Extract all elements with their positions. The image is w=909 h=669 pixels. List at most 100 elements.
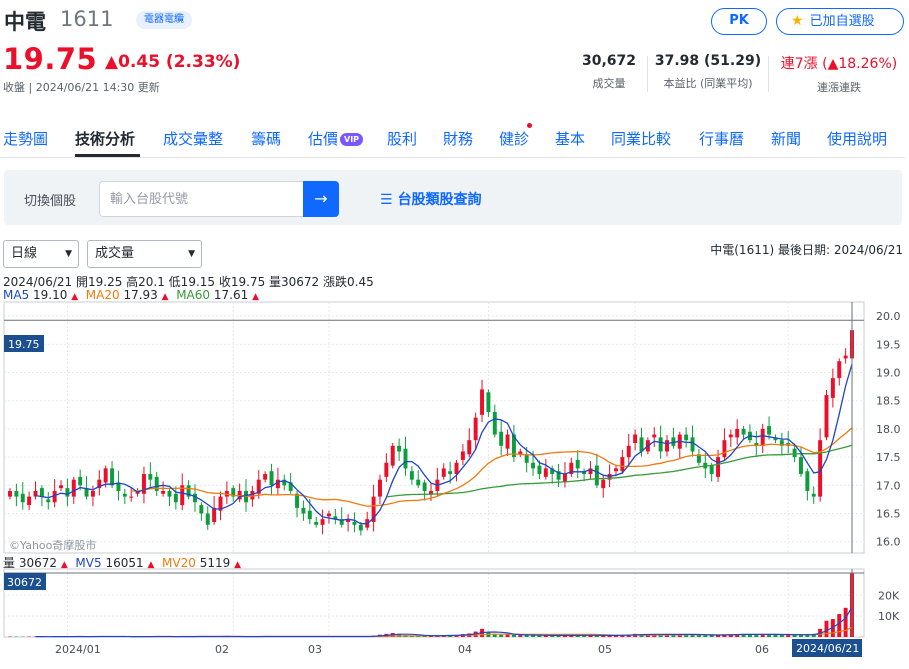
tab-calendar[interactable]: 行事曆 bbox=[699, 128, 744, 149]
tab-technical[interactable]: 技術分析 bbox=[75, 128, 135, 149]
main-tabs: 走勢圖 技術分析 成交彙整 籌碼 估價 VIP 股利 財務 健診 基本 同業比較 … bbox=[0, 124, 909, 158]
candle-body bbox=[805, 471, 810, 491]
stock-code-input[interactable] bbox=[99, 181, 304, 217]
tab-valuation[interactable]: 估價 VIP bbox=[308, 128, 364, 149]
candle-body bbox=[454, 462, 459, 475]
candle-body bbox=[352, 521, 357, 525]
candle-body bbox=[601, 479, 606, 489]
x-tick-label: 2024/01 bbox=[55, 643, 101, 656]
tab-chips[interactable]: 籌碼 bbox=[251, 128, 281, 149]
candle-body bbox=[129, 496, 134, 498]
chevron-down-icon: ▼ bbox=[65, 249, 72, 259]
candle-body bbox=[326, 513, 331, 517]
candle-body bbox=[709, 465, 714, 475]
pk-button[interactable]: PK bbox=[711, 8, 767, 35]
candle-body bbox=[403, 448, 408, 469]
candle-body bbox=[212, 507, 217, 522]
candle-body bbox=[767, 426, 772, 435]
volume-bar bbox=[518, 635, 523, 637]
candle-body bbox=[320, 519, 325, 525]
stat-pe-value: 37.98 (51.29) bbox=[654, 53, 762, 69]
candle-body bbox=[103, 468, 108, 483]
stat-streak-suffix: (▲18.26%) bbox=[817, 56, 898, 72]
category-badge[interactable]: 電器電纜 bbox=[136, 11, 192, 29]
candles bbox=[8, 318, 854, 536]
candle-body bbox=[27, 496, 32, 506]
candle-body bbox=[110, 468, 115, 486]
candle-body bbox=[480, 389, 485, 415]
candle-body bbox=[614, 468, 618, 472]
chevron-down-icon: ▼ bbox=[188, 249, 195, 259]
stat-pe-label: 本益比 (同業平均) bbox=[663, 77, 753, 90]
candle-body bbox=[199, 505, 204, 514]
x-tick-label: 05 bbox=[598, 643, 612, 656]
tab-dividend[interactable]: 股利 bbox=[387, 128, 417, 149]
current-price: 19.75 bbox=[3, 42, 98, 76]
candle-body bbox=[652, 434, 657, 438]
price-tick-label: 17.5 bbox=[876, 451, 901, 464]
candle-body bbox=[358, 524, 363, 531]
list-icon: ☰ bbox=[380, 192, 393, 208]
stock-code: 1611 bbox=[60, 7, 114, 31]
price-tick-label: 19.0 bbox=[876, 367, 901, 380]
x-tick-label: 04 bbox=[458, 643, 472, 656]
candle-body bbox=[716, 457, 721, 477]
chart-grid bbox=[3, 301, 865, 638]
tab-trend[interactable]: 走勢圖 bbox=[3, 128, 48, 149]
stock-name: 中電 bbox=[4, 10, 46, 34]
candle-body bbox=[505, 434, 510, 449]
tab-health[interactable]: 健診 bbox=[499, 128, 529, 149]
candle-body bbox=[658, 437, 663, 452]
candle-body bbox=[843, 355, 848, 359]
indicator-select[interactable]: 成交量 ▼ bbox=[87, 240, 202, 268]
tab-summary[interactable]: 成交彙整 bbox=[163, 128, 223, 149]
candle-body bbox=[824, 395, 829, 438]
tab-help[interactable]: 使用說明 bbox=[827, 128, 887, 149]
candle-body bbox=[735, 428, 740, 438]
volume-bar bbox=[505, 634, 510, 637]
candle-body bbox=[429, 490, 433, 494]
candle-body bbox=[269, 471, 274, 486]
candle-body bbox=[384, 462, 389, 477]
watermark: ©Yahoo奇摩股市 bbox=[9, 538, 96, 552]
candle-body bbox=[684, 434, 689, 441]
candle-body bbox=[531, 462, 536, 469]
arrow-right-icon: → bbox=[314, 189, 328, 208]
stat-streak: 連7漲 (▲18.26%) 連漲連跌 bbox=[772, 53, 906, 95]
tab-financial[interactable]: 財務 bbox=[443, 128, 473, 149]
candle-body bbox=[492, 411, 497, 435]
stat-streak-prefix: 連7漲 bbox=[780, 56, 818, 72]
stat-volume-label: 成交量 bbox=[592, 77, 626, 90]
candle-body bbox=[722, 440, 727, 458]
last-date-tag-text: 2024/06/21 bbox=[796, 642, 859, 655]
search-submit-button[interactable]: → bbox=[303, 181, 339, 217]
candle-body bbox=[39, 488, 44, 497]
nav-divider bbox=[0, 157, 905, 158]
candle-body bbox=[20, 493, 25, 503]
candle-body bbox=[301, 507, 306, 514]
price-tick-label: 16.5 bbox=[876, 508, 901, 521]
stat-divider bbox=[647, 56, 648, 92]
candle-body bbox=[792, 448, 797, 458]
candle-body bbox=[633, 434, 638, 444]
candle-body bbox=[448, 471, 453, 475]
candle-body bbox=[71, 479, 76, 497]
tab-peer[interactable]: 同業比較 bbox=[611, 128, 671, 149]
watchlist-button[interactable]: ★ 已加自選股 bbox=[776, 8, 904, 35]
indicator-select-value: 成交量 bbox=[95, 246, 135, 261]
candle-body bbox=[8, 490, 12, 497]
tab-news[interactable]: 新聞 bbox=[771, 128, 801, 149]
candlestick-chart[interactable]: 20.0 19.5 19.0 18.5 18.0 17.5 17.0 16.5 16.0 20K 1… bbox=[0, 300, 909, 669]
candle-body bbox=[741, 428, 746, 435]
volume-bar bbox=[696, 635, 701, 637]
candle-body bbox=[460, 451, 465, 460]
price-tick-label: 20.0 bbox=[876, 310, 901, 323]
candle-body bbox=[441, 468, 446, 477]
candle-body bbox=[626, 445, 631, 458]
tab-basic[interactable]: 基本 bbox=[555, 128, 585, 149]
candle-body bbox=[167, 490, 172, 497]
category-query-link[interactable]: ☰ 台股類股查詢 bbox=[380, 189, 482, 209]
period-select[interactable]: 日線 ▼ bbox=[3, 240, 79, 268]
candle-body bbox=[760, 428, 765, 446]
volume-tick-label: 20K bbox=[878, 589, 900, 602]
